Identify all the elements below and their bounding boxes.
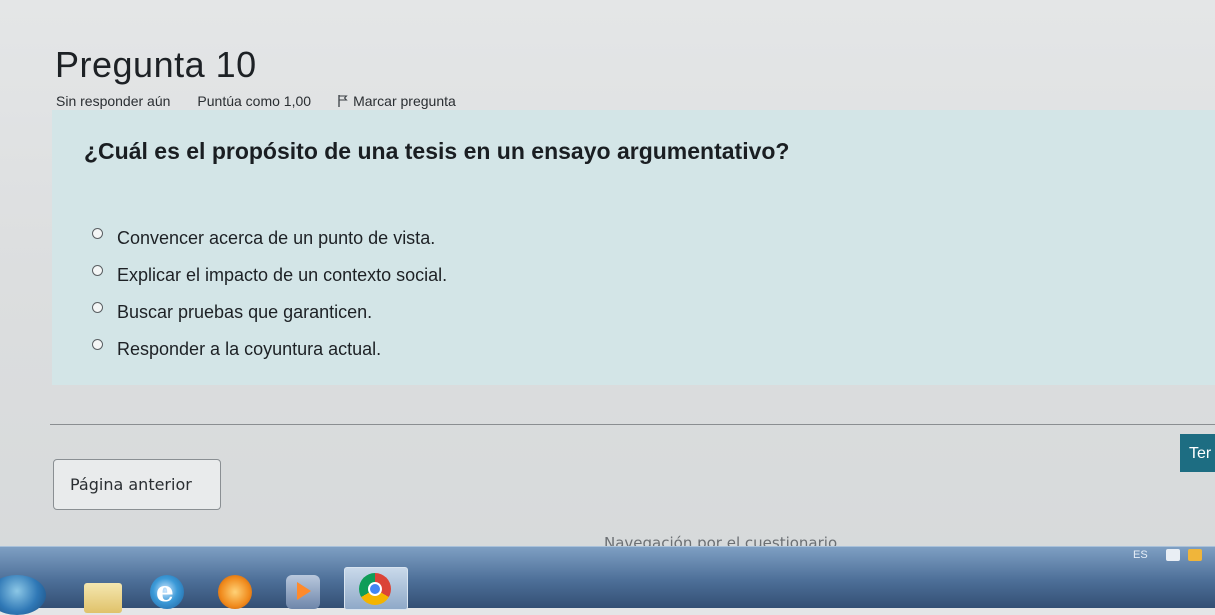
answer-option-3[interactable]: Buscar pruebas que garanticen. — [92, 294, 447, 331]
radio-button-2[interactable] — [92, 265, 103, 276]
media-center-icon[interactable] — [218, 575, 252, 609]
answer-option-4[interactable]: Responder a la coyuntura actual. — [92, 331, 447, 368]
answer-list: Convencer acerca de un punto de vista. E… — [92, 220, 447, 368]
question-text: ¿Cuál es el propósito de una tesis en un… — [84, 138, 790, 164]
chrome-taskbar-button[interactable] — [344, 567, 408, 610]
media-player-icon[interactable] — [286, 575, 320, 609]
radio-button-1[interactable] — [92, 228, 103, 239]
question-grade: Puntúa como 1,00 — [197, 93, 312, 109]
answer-option-2[interactable]: Explicar el impacto de un contexto socia… — [92, 257, 447, 294]
internet-explorer-icon[interactable]: e — [150, 575, 184, 609]
question-box: ¿Cuál es el propósito de una tesis en un… — [52, 110, 1215, 385]
flag-icon — [338, 95, 348, 107]
question-status: Sin responder aún — [56, 93, 171, 109]
answer-label-3: Buscar pruebas que garanticen. — [117, 302, 373, 322]
answer-label-1: Convencer acerca de un punto de vista. — [117, 228, 436, 248]
language-indicator[interactable]: ES — [1133, 549, 1148, 561]
section-divider — [50, 424, 1215, 425]
answer-label-4: Responder a la coyuntura actual. — [117, 339, 382, 359]
flag-question-label: Marcar pregunta — [353, 93, 456, 109]
finish-attempt-button[interactable]: Ter — [1180, 434, 1215, 472]
answer-label-2: Explicar el impacto de un contexto socia… — [117, 265, 448, 285]
radio-button-3[interactable] — [92, 302, 103, 313]
flag-question-link[interactable]: Marcar pregunta — [338, 93, 456, 109]
file-explorer-icon[interactable] — [84, 583, 122, 613]
input-method-icon[interactable] — [1166, 549, 1180, 561]
question-info: Sin responder aún Puntúa como 1,00 Marca… — [56, 93, 456, 109]
answer-option-1[interactable]: Convencer acerca de un punto de vista. — [92, 220, 447, 257]
radio-button-4[interactable] — [92, 339, 103, 350]
windows-taskbar: e ES — [0, 546, 1215, 615]
chrome-icon — [359, 573, 391, 605]
action-center-icon[interactable] — [1188, 549, 1202, 561]
quiz-navigation-heading: Navegación por el cuestionario — [604, 535, 838, 546]
start-button[interactable] — [0, 575, 46, 615]
previous-page-button[interactable]: Página anterior — [53, 459, 221, 510]
question-title: Pregunta 10 — [55, 44, 257, 85]
